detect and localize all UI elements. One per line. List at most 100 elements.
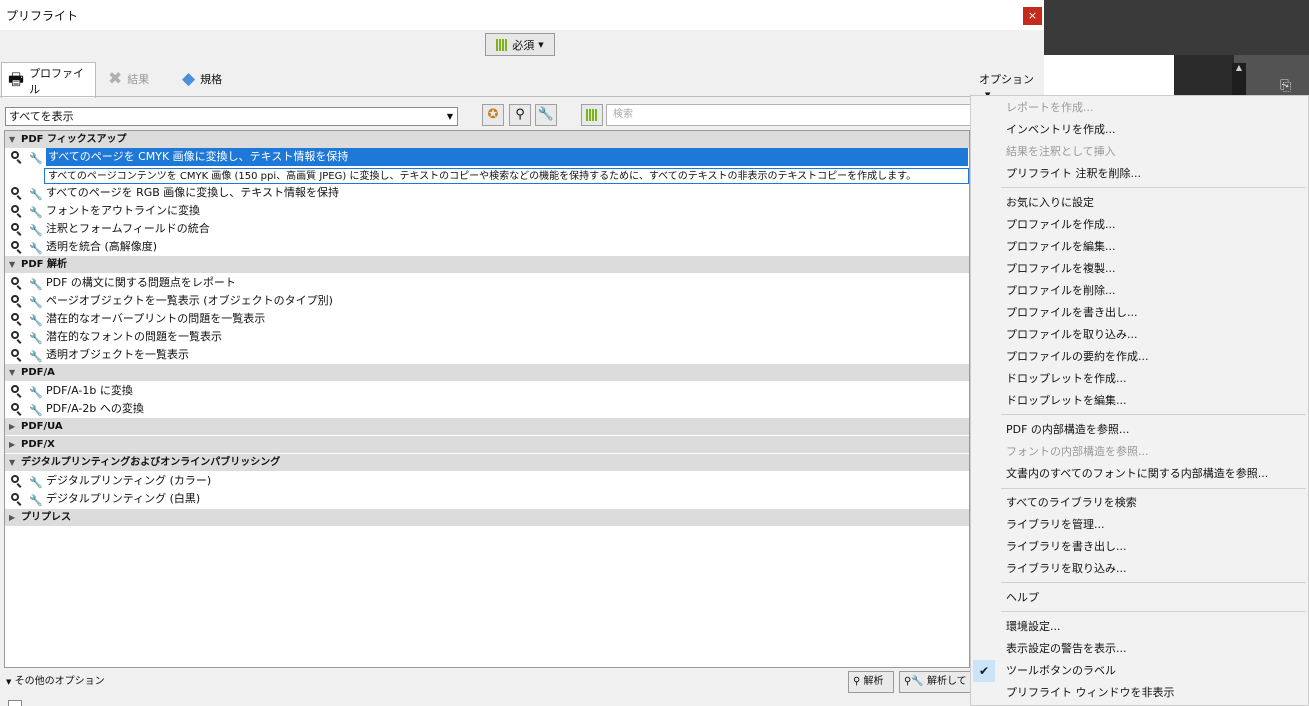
wrench-filter-button[interactable]: 🔧 [535,104,557,126]
bars-icon [586,109,598,121]
menu-item-create-droplet[interactable]: ドロップレットを作成... [971,368,1308,390]
magnifier-icon [11,313,19,321]
tab-profiles[interactable]: 🖶 プロファイル [1,62,96,98]
category-pdfua[interactable]: ▶ PDF/UA [5,418,969,435]
menu-item-create-inventory[interactable]: インベントリを作成... [971,119,1308,141]
menu-item-duplicate-profile[interactable]: プロファイルを複製... [971,258,1308,280]
magnifier-icon [11,223,19,231]
list-item[interactable]: 🔧 注釈とフォームフィールドの統合 [5,220,969,238]
required-toggle-button[interactable] [581,104,603,126]
menu-item-manage-libraries[interactable]: ライブラリを管理... [971,514,1308,536]
menu-item-import-profile[interactable]: プロファイルを取り込み... [971,324,1308,346]
background-scroll-up-icon: ▲ [1232,63,1246,95]
tab-standards-label: 規格 [200,73,223,86]
menu-item-hide-preflight-window[interactable]: プリフライト ウィンドウを非表示 [971,682,1308,704]
required-label: 必須 [512,38,535,52]
options-label: オプション [979,73,1034,86]
bottom-checkbox[interactable] [8,700,22,706]
menu-item-browse-all-fonts-structure[interactable]: 文書内のすべてのフォントに関する内部構造を参照... [971,463,1308,485]
expand-arrow-icon: ▼ [9,368,16,377]
filter-selected-value: すべてを表示 [9,110,74,123]
menu-item-edit-profile[interactable]: プロファイルを編集... [971,236,1308,258]
window-title: プリフライト [6,9,79,23]
wrench-icon: 🔧 [29,152,43,165]
wrench-icon: 🔧 [537,107,555,122]
category-digital-printing[interactable]: ▼ デジタルプリンティングおよびオンラインパブリッシング [5,454,969,471]
category-pdfa[interactable]: ▼ PDF/A [5,364,969,381]
list-item[interactable]: 🔧 フォントをアウトラインに変換 [5,202,969,220]
menu-item-export-libraries[interactable]: ライブラリを書き出し... [971,536,1308,558]
menu-item-browse-font-structure[interactable]: フォントの内部構造を参照... [971,441,1308,463]
menu-item-edit-droplet[interactable]: ドロップレットを編集... [971,390,1308,412]
required-filter-button[interactable]: 必須 ▼ [485,33,555,56]
list-item[interactable]: 🔧 デジタルプリンティング (カラー) [5,472,969,490]
menu-item-search-all-libraries[interactable]: すべてのライブラリを検索 [971,492,1308,514]
printer-icon: 🖶 [8,70,25,90]
title-bar: プリフライト × [0,0,1044,30]
menu-item-create-profile-summary[interactable]: プロファイルの要約を作成... [971,346,1308,368]
list-item[interactable]: 🔧 透明オブジェクトを一覧表示 [5,346,969,364]
list-item[interactable]: 🔧 すべてのページを RGB 画像に変換し、テキスト情報を保持 [5,184,969,202]
category-pdf-fixups[interactable]: ▼ PDF フィックスアップ [5,131,969,148]
diamond-icon: ◆ [182,68,196,89]
tools-icon: ✖ [108,68,123,89]
magnifier-icon [11,349,19,357]
list-item[interactable]: 🔧 すべてのページを CMYK 画像に変換し、テキスト情報を保持 [5,148,969,166]
tab-standards[interactable]: ◆ 規格 [182,62,222,96]
analyze-button[interactable]: ⚲ 解析 [848,671,894,693]
menu-separator [1001,582,1306,583]
profile-description: すべてのページコンテンツを CMYK 画像 (150 ppi、高画質 JPEG)… [44,168,969,184]
dropdown-arrow-icon: ▼ [538,40,544,49]
list-item[interactable]: 🔧 デジタルプリンティング (白黒) [5,490,969,508]
collapse-arrow-icon: ▶ [9,440,16,449]
category-pdf-analysis[interactable]: ▼ PDF 解析 [5,256,969,273]
menu-item-browse-pdf-structure[interactable]: PDF の内部構造を参照... [971,419,1308,441]
profile-filter-select[interactable]: すべてを表示 ▼ [5,107,458,126]
magnifier-icon: ⚲ [515,107,525,122]
list-item[interactable]: 🔧 PDF/A-2b への変換 [5,400,969,418]
tab-results[interactable]: ✖ 結果 [108,62,149,96]
menu-item-tool-button-labels[interactable]: ツールボタンのラベル [971,660,1308,682]
list-item[interactable]: 🔧 潜在的なフォントの問題を一覧表示 [5,328,969,346]
close-button[interactable]: × [1023,7,1042,25]
background-panel [1174,55,1234,95]
collapse-arrow-icon: ▶ [9,422,16,431]
menu-separator [1001,187,1306,188]
menu-item-create-profile[interactable]: プロファイルを作成... [971,214,1308,236]
search-input[interactable]: 検索 [606,104,972,126]
menu-item-preferences[interactable]: 環境設定... [971,616,1308,638]
magnifier-icon [11,475,19,483]
wrench-icon: 🔧 [29,494,43,507]
fixup-icon: ✪ [487,107,499,122]
fixup-filter-button[interactable]: ✪ [482,104,504,126]
menu-item-delete-profile[interactable]: プロファイルを削除... [971,280,1308,302]
list-item[interactable]: 🔧 透明を統合 (高解像度) [5,238,969,256]
dropdown-arrow-icon: ▼ [446,112,453,121]
menu-item-remove-preflight-comments[interactable]: プリフライト 注釈を削除... [971,163,1308,185]
analyze-and-fix-button[interactable]: ⚲🔧 解析して [899,671,979,693]
menu-item-set-favorite[interactable]: お気に入りに設定 [971,192,1308,214]
check-filter-button[interactable]: ⚲ [509,104,531,126]
magnifier-icon [11,205,19,213]
background-tool-icon: ⎘ [1280,78,1292,94]
list-item[interactable]: 🔧 潜在的なオーバープリントの問題を一覧表示 [5,310,969,328]
background-toolbar [1044,0,1309,55]
menu-item-create-report[interactable]: レポートを作成... [971,97,1308,119]
list-item[interactable]: 🔧 PDF/A-1b に変換 [5,382,969,400]
more-options-toggle[interactable]: ▼ その他のオプション [6,672,105,687]
menu-item-export-profile[interactable]: プロファイルを書き出し... [971,302,1308,324]
magnifier-wrench-icon: ⚲🔧 [904,676,924,687]
background-document [1044,55,1174,95]
list-item[interactable]: 🔧 ページオブジェクトを一覧表示 (オブジェクトのタイプ別) [5,292,969,310]
category-prepress[interactable]: ▶ プリプレス [5,509,969,526]
expand-arrow-icon: ▼ [6,678,12,686]
tab-results-label: 結果 [127,73,150,86]
list-item[interactable]: 🔧 PDF の構文に関する問題点をレポート [5,274,969,292]
menu-item-show-warnings[interactable]: 表示設定の警告を表示... [971,638,1308,660]
magnifier-icon [11,331,19,339]
category-pdfx[interactable]: ▶ PDF/X [5,436,969,453]
magnifier-icon [11,151,19,159]
menu-item-import-libraries[interactable]: ライブラリを取り込み... [971,558,1308,580]
menu-item-insert-results-as-comments[interactable]: 結果を注釈として挿入 [971,141,1308,163]
menu-item-help[interactable]: ヘルプ [971,587,1308,609]
